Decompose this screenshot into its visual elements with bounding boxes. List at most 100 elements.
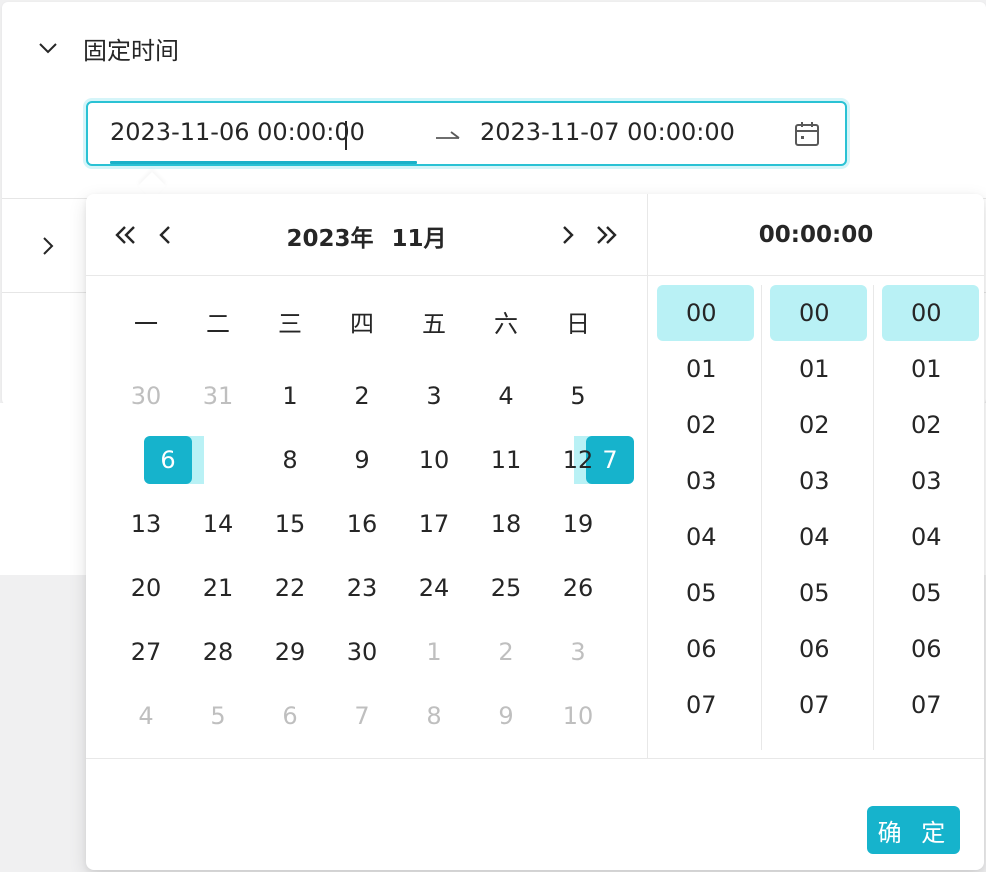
minute-option[interactable]: 03 [770,453,867,509]
day-cell[interactable]: 25 [470,556,542,620]
day-number: 13 [130,510,162,538]
day-number: 17 [418,510,450,538]
weekday-label: 五 [422,310,446,338]
day-number: 11 [490,446,522,474]
hour-option[interactable]: 01 [657,341,754,397]
day-number: 6 [144,436,192,484]
second-option[interactable]: 06 [882,621,979,677]
second-option[interactable]: 02 [882,397,979,453]
day-cell[interactable]: 1 [254,364,326,428]
day-cell[interactable]: 13 [110,492,182,556]
hour-option[interactable]: 02 [657,397,754,453]
year-label[interactable]: 2023年 [286,226,373,252]
day-cell[interactable]: 8 [398,684,470,748]
second-option[interactable]: 05 [882,565,979,621]
day-cell[interactable]: 6 [254,684,326,748]
day-cell[interactable]: 23 [326,556,398,620]
day-number: 3 [426,382,442,410]
text-caret [345,121,347,150]
day-cell[interactable]: 31 [182,364,254,428]
weekday-label: 六 [494,310,518,338]
range-end-input[interactable]: 2023-11-07 00:00:00 [480,118,735,146]
datetime-popup: 2023年 11月 一二三四五六日 30 31 1 2 3 4 5 6 7 8 9 10 11 12 13 14… [86,194,984,870]
second-option[interactable]: 00 [882,285,979,341]
panel-header-collapsed[interactable] [2,226,83,266]
day-cell[interactable]: 28 [182,620,254,684]
day-cell[interactable]: 14 [182,492,254,556]
panel-header-fixed-time[interactable]: 固定时间 [2,28,179,68]
date-range-picker[interactable]: 2023-11-06 00:00:00 2023-11-07 00:00:00 [86,101,847,166]
day-cell[interactable]: 29 [254,620,326,684]
day-cell[interactable]: 3 [398,364,470,428]
day-cell[interactable]: 10 [398,428,470,492]
minute-option[interactable]: 00 [770,285,867,341]
second-option[interactable]: 03 [882,453,979,509]
second-option[interactable]: 01 [882,341,979,397]
day-cell[interactable]: 18 [470,492,542,556]
minute-option[interactable]: 07 [770,677,867,733]
hour-option[interactable]: 03 [657,453,754,509]
month-label[interactable]: 11月 [392,226,447,252]
minute-option[interactable]: 01 [770,341,867,397]
minute-option[interactable]: 05 [770,565,867,621]
day-cell[interactable]: 7 [326,684,398,748]
day-cell[interactable]: 1 [398,620,470,684]
day-number: 29 [274,638,306,666]
day-cell[interactable]: 10 [542,684,614,748]
day-number: 1 [282,382,298,410]
day-cell[interactable]: 5 [182,684,254,748]
hour-option[interactable]: 04 [657,509,754,565]
day-cell[interactable]: 2 [326,364,398,428]
hour-option[interactable]: 07 [657,677,754,733]
minute-option[interactable]: 02 [770,397,867,453]
hour-column[interactable]: 00 01 02 03 04 05 06 07 [657,285,754,750]
day-cell[interactable]: 16 [326,492,398,556]
day-cell[interactable]: 22 [254,556,326,620]
range-arrow-icon [436,131,460,139]
day-cell[interactable]: 9 [326,428,398,492]
second-option[interactable]: 04 [882,509,979,565]
day-number: 12 [562,446,594,474]
day-number: 8 [426,702,442,730]
day-cell[interactable]: 4 [110,684,182,748]
day-cell[interactable]: 26 [542,556,614,620]
day-cell[interactable]: 2 [470,620,542,684]
range-start-input[interactable]: 2023-11-06 00:00:00 [110,118,365,146]
day-cell[interactable]: 9 [470,684,542,748]
day-number: 28 [202,638,234,666]
day-cell[interactable]: 27 [110,620,182,684]
day-cell[interactable]: 5 [542,364,614,428]
day-cell[interactable]: 19 [542,492,614,556]
hour-option[interactable]: 05 [657,565,754,621]
day-cell[interactable]: 15 [254,492,326,556]
chevron-right-icon[interactable] [553,221,581,249]
day-number: 10 [562,702,594,730]
calendar-icon[interactable] [792,119,822,149]
day-cell[interactable]: 21 [182,556,254,620]
minute-option[interactable]: 06 [770,621,867,677]
double-chevron-right-icon[interactable] [592,221,620,249]
second-column[interactable]: 00 01 02 03 04 05 06 07 [882,285,979,750]
day-number: 22 [274,574,306,602]
day-number: 25 [490,574,522,602]
day-cell[interactable]: 8 [254,428,326,492]
day-number: 1 [426,638,442,666]
minute-column[interactable]: 00 01 02 03 04 05 06 07 [770,285,867,750]
day-cell[interactable]: 30 [110,364,182,428]
confirm-button[interactable]: 确 定 [867,806,960,854]
day-cell[interactable]: 11 [470,428,542,492]
hour-option[interactable]: 00 [657,285,754,341]
second-option[interactable]: 07 [882,677,979,733]
day-grid: 30 31 1 2 3 4 5 6 7 8 9 10 11 12 13 14 15 16 17 18 19 20 21 22 2… [110,364,634,748]
day-cell[interactable]: 6 [132,428,204,492]
day-cell[interactable]: 30 [326,620,398,684]
day-cell[interactable]: 20 [110,556,182,620]
day-cell[interactable]: 3 [542,620,614,684]
day-number: 5 [210,702,226,730]
day-cell[interactable]: 24 [398,556,470,620]
day-cell[interactable]: 4 [470,364,542,428]
minute-option[interactable]: 04 [770,509,867,565]
day-number: 2 [354,382,370,410]
day-cell[interactable]: 17 [398,492,470,556]
hour-option[interactable]: 06 [657,621,754,677]
